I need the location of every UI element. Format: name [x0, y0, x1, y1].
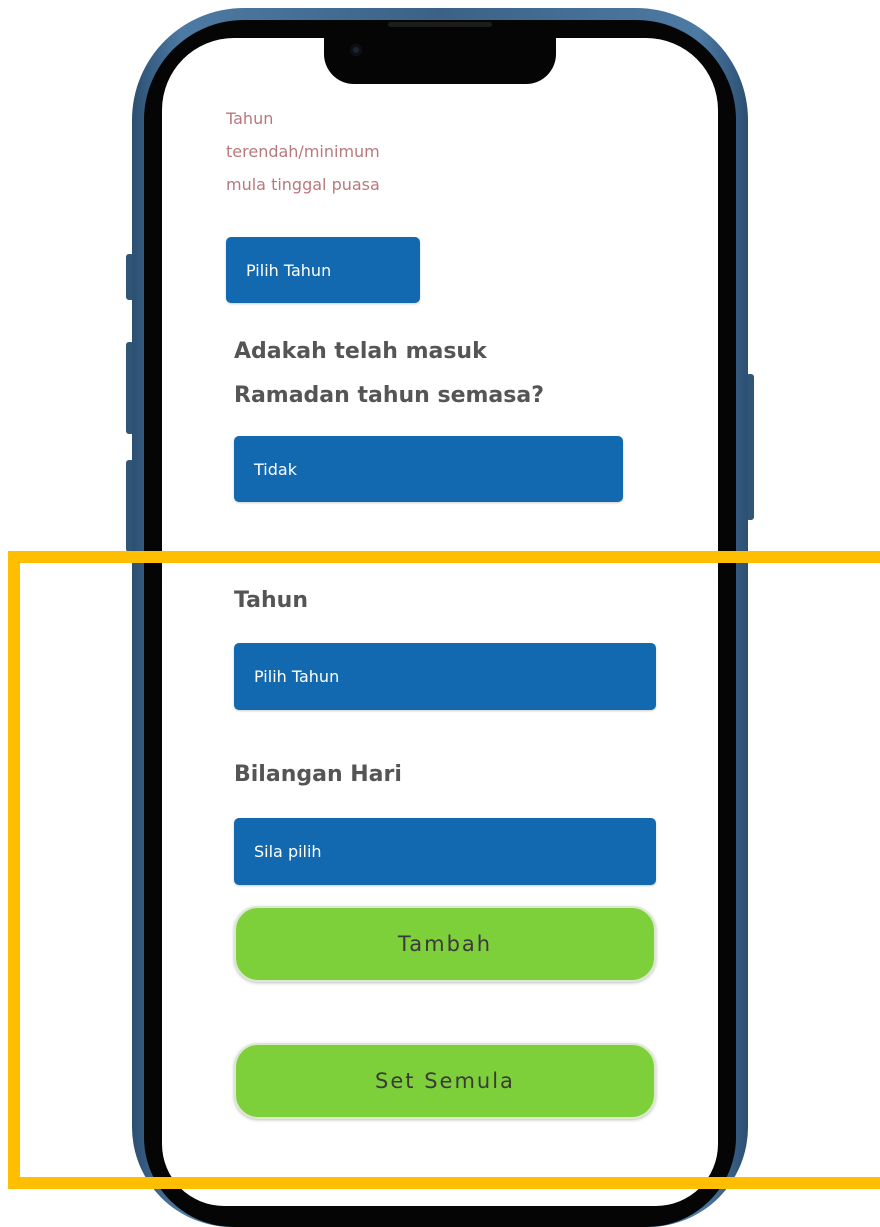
- add-button[interactable]: Tambah: [234, 906, 656, 982]
- ramadan-question: Adakah telah masuk Ramadan tahun semasa?: [234, 339, 544, 408]
- phone-speaker: [388, 22, 492, 27]
- min-year-label: Tahun terendah/minimum mula tinggal puas…: [226, 109, 380, 194]
- phone-mockup-stage: Tahun terendah/minimum mula tinggal puas…: [0, 0, 880, 1227]
- phone-notch: [324, 28, 556, 84]
- year-label: Tahun: [234, 588, 309, 613]
- min-year-select[interactable]: Pilih Tahun: [226, 237, 420, 303]
- front-camera-icon: [350, 44, 362, 56]
- year-select[interactable]: Pilih Tahun: [234, 643, 656, 710]
- ramadan-select[interactable]: Tidak: [234, 436, 623, 502]
- reset-button[interactable]: Set Semula: [234, 1043, 656, 1119]
- days-label: Bilangan Hari: [234, 762, 402, 787]
- days-select[interactable]: Sila pilih: [234, 818, 656, 885]
- phone-screen: [162, 38, 718, 1206]
